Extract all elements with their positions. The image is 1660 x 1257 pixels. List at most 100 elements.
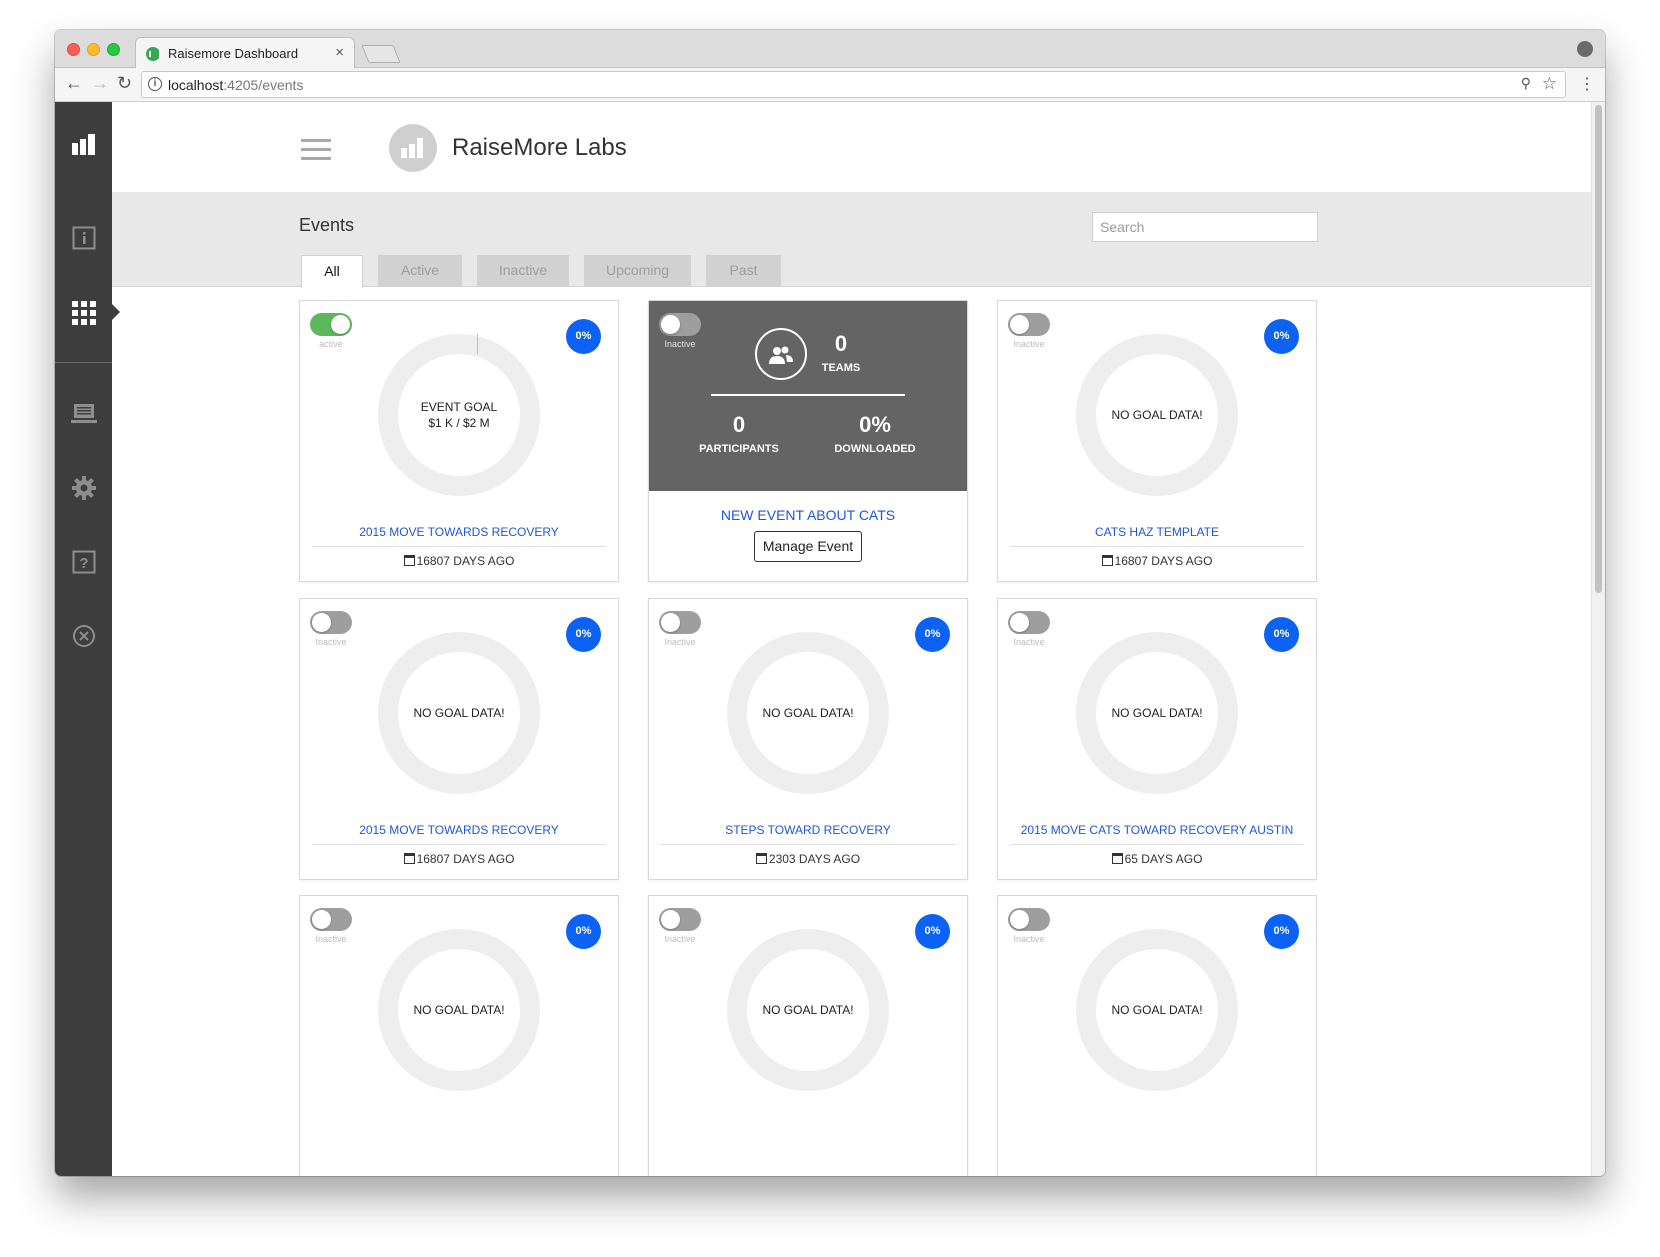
event-name-link[interactable]: 2015 MOVE CATS TOWARD RECOVERY AUSTIN: [1010, 823, 1304, 845]
event-name-link[interactable]: 2015 MOVE TOWARDS RECOVERY: [312, 823, 606, 845]
status-toggle[interactable]: [1008, 611, 1050, 634]
days-ago-text: 16807 DAYS AGO: [416, 852, 515, 866]
reload-icon[interactable]: ↻: [117, 73, 132, 94]
sidebar-divider: [55, 362, 112, 363]
goal-label: NO GOAL DATA!: [1111, 706, 1203, 720]
event-card[interactable]: Inactive 0% NO GOAL DATA!: [299, 895, 619, 1176]
event-date: 16807 DAYS AGO: [300, 554, 618, 568]
new-tab-button[interactable]: [361, 45, 401, 63]
status-label: Inactive: [1013, 339, 1045, 349]
browser-menu-icon[interactable]: ⋮: [1579, 74, 1595, 94]
tab-strip: Raisemore Dashboard ×: [55, 30, 1605, 69]
sidebar-item-dashboard[interactable]: [55, 122, 112, 166]
featured-event-card[interactable]: Inactive 0 TEAMS 0 PARTICIPANTS 0% DOWNL…: [648, 300, 968, 582]
help-icon: ?: [72, 550, 95, 574]
tab-inactive[interactable]: Inactive: [477, 255, 569, 287]
calendar-icon: [1111, 853, 1123, 864]
sidebar-item-devices[interactable]: [55, 392, 112, 436]
sidebar-item-logout[interactable]: [55, 614, 112, 658]
event-date: 16807 DAYS AGO: [300, 852, 618, 866]
events-toolbar: Events All Active Inactive Upcoming Past: [112, 192, 1591, 288]
event-date: 65 DAYS AGO: [998, 852, 1316, 866]
progress-badge: 0%: [566, 914, 601, 949]
bar-chart-icon: [71, 134, 95, 155]
goal-progress-tick: [477, 334, 478, 354]
tab-past[interactable]: Past: [706, 255, 781, 287]
sidebar-item-help[interactable]: ?: [55, 540, 112, 584]
hamburger-menu-icon[interactable]: [301, 139, 331, 161]
status-toggle[interactable]: [659, 611, 701, 634]
status-toggle[interactable]: [659, 908, 701, 931]
key-icon[interactable]: ⚲: [1521, 75, 1531, 92]
page-scrollbar[interactable]: [1591, 102, 1605, 1176]
search-input[interactable]: [1092, 212, 1318, 242]
event-date: 16807 DAYS AGO: [998, 554, 1316, 568]
days-ago-text: 16807 DAYS AGO: [1114, 554, 1213, 568]
bookmark-star-icon[interactable]: ☆: [1542, 74, 1557, 94]
event-name-link[interactable]: 2015 MOVE TOWARDS RECOVERY: [312, 525, 606, 547]
event-name-link[interactable]: STEPS TOWARD RECOVERY: [661, 823, 955, 845]
sidebar: ?: [55, 102, 120, 1176]
event-name-link[interactable]: CATS HAZ TEMPLATE: [1010, 525, 1304, 547]
tab-upcoming[interactable]: Upcoming: [584, 255, 691, 287]
sidebar-item-settings[interactable]: [55, 466, 112, 510]
manage-event-button[interactable]: Manage Event: [754, 531, 862, 562]
tab-all[interactable]: All: [301, 255, 363, 288]
status-toggle[interactable]: [1008, 313, 1050, 336]
event-card[interactable]: Inactive 0% NO GOAL DATA! STEPS TOWARD R…: [648, 598, 968, 880]
forward-arrow-icon[interactable]: →: [91, 73, 109, 94]
tab-close-icon[interactable]: ×: [335, 44, 344, 61]
event-card[interactable]: Inactive 0% NO GOAL DATA! CATS HAZ TEMPL…: [997, 300, 1317, 582]
event-card[interactable]: active 0% EVENT GOAL $1 K / $2 M 2015 MO…: [299, 300, 619, 582]
status-toggle[interactable]: [310, 313, 352, 336]
stats-divider: [711, 394, 905, 396]
teams-count: 0: [834, 331, 848, 356]
browser-toolbar: ← → ↻ i localhost:4205/events ⚲ ☆ ⋮: [55, 68, 1605, 102]
app-viewport: ? RaiseMore Labs Events Search All Activ…: [55, 102, 1605, 1176]
calendar-icon: [755, 853, 767, 864]
apps-grid-icon: [71, 301, 96, 325]
event-card[interactable]: Inactive 0% NO GOAL DATA! 2015 MOVE CATS…: [997, 598, 1317, 880]
event-card[interactable]: Inactive 0% NO GOAL DATA!: [997, 895, 1317, 1176]
close-circle-icon: [72, 625, 95, 647]
downloaded-label: DOWNLOADED: [834, 443, 916, 455]
progress-badge: 0%: [1264, 914, 1299, 949]
back-arrow-icon[interactable]: ←: [65, 73, 83, 94]
status-toggle[interactable]: [1008, 908, 1050, 931]
app-header: RaiseMore Labs: [112, 102, 1591, 192]
goal-label: NO GOAL DATA!: [762, 1003, 854, 1017]
goal-donut: EVENT GOAL $1 K / $2 M: [378, 334, 540, 496]
site-info-icon[interactable]: i: [148, 77, 162, 91]
days-ago-text: 2303 DAYS AGO: [768, 852, 861, 866]
progress-badge: 0%: [566, 617, 601, 652]
address-bar[interactable]: i localhost:4205/events ⚲ ☆: [141, 71, 1566, 98]
sidebar-item-events[interactable]: [55, 291, 112, 335]
favicon-icon: [146, 47, 161, 61]
participants-count: 0: [732, 412, 746, 437]
scrollbar-thumb[interactable]: [1595, 105, 1602, 593]
tab-active[interactable]: Active: [378, 255, 462, 287]
sidebar-item-info[interactable]: [55, 216, 112, 260]
event-card[interactable]: Inactive 0% NO GOAL DATA!: [648, 895, 968, 1176]
maximize-window-button[interactable]: [107, 43, 120, 56]
events-grid: active 0% EVENT GOAL $1 K / $2 M 2015 MO…: [112, 288, 1577, 1176]
status-toggle[interactable]: [310, 611, 352, 634]
downloaded-percent: 0%: [859, 412, 891, 437]
info-icon: [72, 226, 95, 250]
status-toggle[interactable]: [659, 313, 701, 336]
progress-badge: 0%: [1264, 617, 1299, 652]
event-card[interactable]: Inactive 0% NO GOAL DATA! 2015 MOVE TOWA…: [299, 598, 619, 880]
status-label: active: [319, 339, 343, 349]
minimize-window-button[interactable]: [87, 43, 100, 56]
goal-label: NO GOAL DATA!: [1111, 408, 1203, 422]
status-toggle[interactable]: [310, 908, 352, 931]
profile-icon[interactable]: [1577, 41, 1593, 57]
days-ago-text: 65 DAYS AGO: [1124, 852, 1203, 866]
browser-tab[interactable]: Raisemore Dashboard ×: [135, 37, 355, 69]
status-label: Inactive: [664, 339, 696, 349]
status-label: Inactive: [1013, 934, 1045, 944]
status-label: Inactive: [315, 637, 347, 647]
gear-icon: [71, 476, 96, 500]
event-name-link[interactable]: NEW EVENT ABOUT CATS: [661, 507, 955, 530]
close-window-button[interactable]: [67, 43, 80, 56]
